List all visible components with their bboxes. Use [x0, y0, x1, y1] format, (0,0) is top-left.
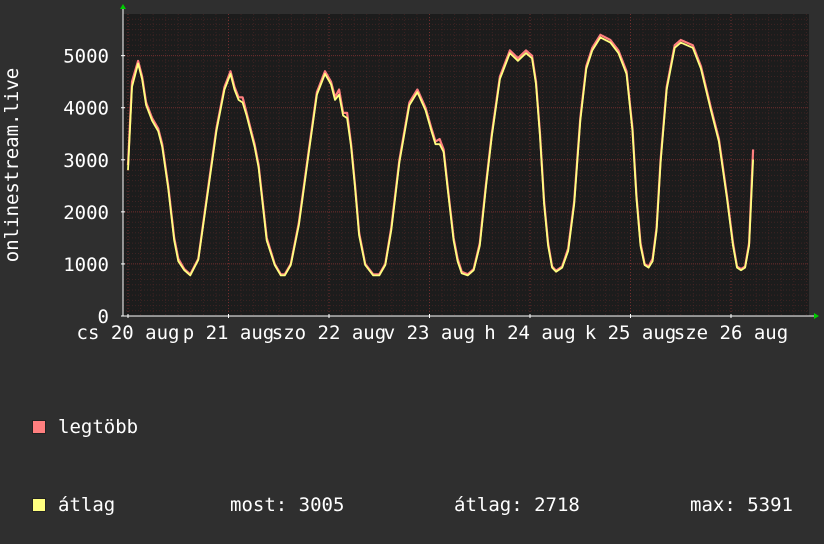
- legend-row-avg: átlag most: 3005 átlag: 2718 max: 5391: [32, 492, 793, 518]
- x-tick-label: k 25 aug: [585, 322, 677, 344]
- legend-row-max: legtöbb: [32, 414, 793, 440]
- legend-max-label: legtöbb: [58, 416, 139, 438]
- avg-color-swatch: [32, 498, 46, 512]
- legend-avg-label: átlag: [58, 494, 116, 516]
- x-tick-label: sze 26 aug: [674, 322, 788, 344]
- now-stat: most: 3005: [230, 494, 345, 516]
- y-tick-label: 1000: [63, 254, 109, 276]
- x-tick-label: szo 22 aug: [272, 322, 386, 344]
- y-tick-label: 3000: [63, 150, 109, 172]
- legend: legtöbb átlag most: 3005 átlag: 2718 max…: [32, 362, 793, 544]
- y-axis-arrow: [120, 4, 126, 9]
- x-tick-label: v 23 aug: [384, 322, 476, 344]
- max-stat: max: 5391: [690, 494, 793, 516]
- y-tick-label: 2000: [63, 202, 109, 224]
- x-axis-arrow: [814, 313, 819, 319]
- x-tick-label: h 24 aug: [484, 322, 576, 344]
- y-axis-label: onlinestream.live: [1, 68, 23, 262]
- x-tick-label: p 21 aug: [183, 322, 275, 344]
- max-color-swatch: [32, 420, 46, 434]
- y-tick-label: 5000: [63, 46, 109, 68]
- x-tick-label: cs 20 aug: [77, 322, 180, 344]
- avg-stat: átlag: 2718: [454, 494, 580, 516]
- y-tick-label: 4000: [63, 98, 109, 120]
